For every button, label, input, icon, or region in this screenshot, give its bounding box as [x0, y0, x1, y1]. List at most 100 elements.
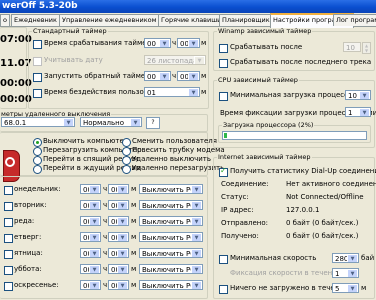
dropdown-arrow-icon: ▼	[347, 254, 358, 262]
day-mm-select[interactable]: 00 ▼	[108, 200, 129, 210]
fix-speed-select[interactable]: 1 ▼	[332, 268, 359, 278]
winamp-last-track-checkbox[interactable]	[219, 59, 228, 68]
radio-standby[interactable]	[33, 165, 42, 174]
cpu-min-load-select[interactable]: 10 ▼	[345, 90, 371, 100]
dropdown-arrow-icon: ▼	[194, 56, 205, 64]
countdown-checkbox[interactable]	[33, 73, 42, 82]
tab-daily[interactable]: Ежедневник	[11, 14, 60, 26]
day-checkbox[interactable]	[4, 234, 13, 243]
day-mm-select[interactable]: 00 ▼	[108, 184, 129, 194]
cpu-min-load-checkbox[interactable]	[219, 92, 228, 101]
use-date-label: Учитывать дату	[44, 56, 103, 64]
tab-partial[interactable]: о	[0, 14, 10, 26]
day-action-select[interactable]: Выключить PC ▼	[139, 264, 203, 274]
standard-timer-legend: Стандартный таймер	[33, 27, 107, 35]
day-checkbox[interactable]	[4, 282, 13, 291]
day-hh-select[interactable]: 00 ▼	[80, 280, 101, 290]
spin-down-icon: ▼	[364, 48, 369, 53]
radio-remote-shutdown[interactable]	[122, 156, 131, 165]
day-hh-select[interactable]: 00 ▼	[80, 200, 101, 210]
no-load-select[interactable]: 5 ▼	[332, 283, 359, 293]
winamp-legend: Winamp зависимый таймер	[218, 27, 312, 35]
countdown-mm-select[interactable]: 00 ▼	[177, 71, 200, 81]
hours-unit: ч	[103, 217, 108, 225]
countdown-hh-select[interactable]: 00 ▼	[144, 71, 171, 81]
day-checkbox[interactable]	[4, 186, 13, 195]
day-mm-select[interactable]: 00 ▼	[108, 280, 129, 290]
timer-hh-select[interactable]: 00 ▼	[144, 38, 171, 48]
day-action-select[interactable]: Выключить PC ▼	[139, 232, 203, 242]
use-date-checkbox[interactable]	[33, 57, 42, 66]
idle-checkbox[interactable]	[33, 89, 42, 98]
day-action-select[interactable]: Выключить PC ▼	[139, 280, 203, 290]
net-info-key: Соединение:	[221, 180, 269, 188]
date-picker[interactable]: 26 листопада 2007 р.▼	[144, 55, 206, 65]
winamp-spinner[interactable]: ▲ ▼	[362, 42, 371, 54]
tab-hotkeys[interactable]: Горячие клавиши	[158, 14, 225, 26]
timer-time-checkbox[interactable]	[33, 40, 42, 49]
cpu-fix-select[interactable]: 1 ▼	[345, 107, 371, 117]
left-clock-panel: 07:00 11.07 00:00 00:00	[0, 27, 32, 109]
winamp-after-value[interactable]: 10	[343, 42, 361, 52]
radio-hangup[interactable]	[122, 147, 131, 156]
dropdown-arrow-icon: ▼	[63, 118, 74, 126]
day-hh-select[interactable]: 00 ▼	[80, 184, 101, 194]
day-label: реда:	[14, 217, 35, 225]
countdown-label: Запустить обратный таймер	[44, 72, 150, 80]
day-hh-select[interactable]: 00 ▼	[80, 264, 101, 274]
tab-daily-manage[interactable]: Управление ежедневником	[59, 14, 160, 26]
net-info-key: Отправлено:	[221, 219, 269, 227]
question-icon: ?	[151, 119, 155, 126]
power-icon	[5, 157, 15, 167]
day-hh-select[interactable]: 00 ▼	[80, 232, 101, 242]
radio-switch-user[interactable]	[122, 138, 131, 147]
remote-address-select[interactable]: 68.0.1 ▼	[1, 117, 75, 127]
winamp-last-track-label: Срабатывать после последнего трека	[230, 58, 372, 66]
minutes-unit: м	[131, 249, 137, 257]
day-mm-select[interactable]: 00 ▼	[108, 216, 129, 226]
radio-remote-reboot[interactable]	[122, 165, 131, 174]
winamp-after-checkbox[interactable]	[219, 44, 228, 53]
tab-log[interactable]: Лог программы	[333, 14, 376, 26]
net-info-value: Not Connected/Offline	[286, 193, 364, 201]
dropdown-arrow-icon: ▼	[347, 269, 358, 277]
dropdown-arrow-icon: ▼	[117, 281, 128, 289]
dropdown-arrow-icon: ▼	[117, 217, 128, 225]
day-mm-select[interactable]: 00 ▼	[108, 248, 129, 258]
dropdown-arrow-icon: ▼	[89, 217, 100, 225]
dropdown-arrow-icon: ▼	[89, 265, 100, 273]
remote-help-button[interactable]: ?	[146, 117, 160, 129]
day-checkbox[interactable]	[4, 218, 13, 227]
dropdown-arrow-icon: ▼	[159, 72, 170, 80]
timer-mm-select[interactable]: 00 ▼	[177, 38, 200, 48]
day-mm-select[interactable]: 00 ▼	[108, 232, 129, 242]
day-hh-select[interactable]: 00 ▼	[80, 248, 101, 258]
dropdown-arrow-icon: ▼	[188, 88, 199, 96]
day-action-select[interactable]: Выключить PC ▼	[139, 216, 203, 226]
day-checkbox[interactable]	[4, 266, 13, 275]
dialup-stats-checkbox[interactable]	[219, 166, 228, 177]
no-load-checkbox[interactable]	[219, 285, 228, 294]
day-hh-select[interactable]: 00 ▼	[80, 216, 101, 226]
net-info-key: Статус:	[221, 193, 249, 201]
radio-sleep[interactable]	[33, 156, 42, 165]
remote-mode-select[interactable]: Нормально ▼	[80, 117, 142, 127]
min-speed-checkbox[interactable]	[219, 255, 228, 264]
minutes-unit: м	[201, 88, 207, 96]
idle-minutes-select[interactable]: 01 ▼	[144, 87, 200, 97]
cpu-legend: CPU зависимый таймер	[218, 76, 298, 84]
day-mm-select[interactable]: 00 ▼	[108, 264, 129, 274]
cpu-min-load-label: Минимальная загрузка процессора	[230, 91, 362, 99]
min-speed-select[interactable]: 2800 ▼	[332, 253, 359, 263]
day-action-select[interactable]: Выключить PC ▼	[139, 248, 203, 258]
tab-scheduler[interactable]: Планировщик	[219, 14, 273, 26]
day-checkbox[interactable]	[4, 250, 13, 259]
dropdown-arrow-icon: ▼	[191, 201, 202, 209]
day-label: вторник:	[14, 201, 47, 209]
radio-shutdown[interactable]	[33, 138, 42, 147]
radio-reboot[interactable]	[33, 147, 42, 156]
min-speed-unit: бай	[361, 254, 375, 262]
day-checkbox[interactable]	[4, 202, 13, 211]
day-action-select[interactable]: Выключить PC ▼	[139, 200, 203, 210]
day-action-select[interactable]: Выключить PC ▼	[139, 184, 203, 194]
